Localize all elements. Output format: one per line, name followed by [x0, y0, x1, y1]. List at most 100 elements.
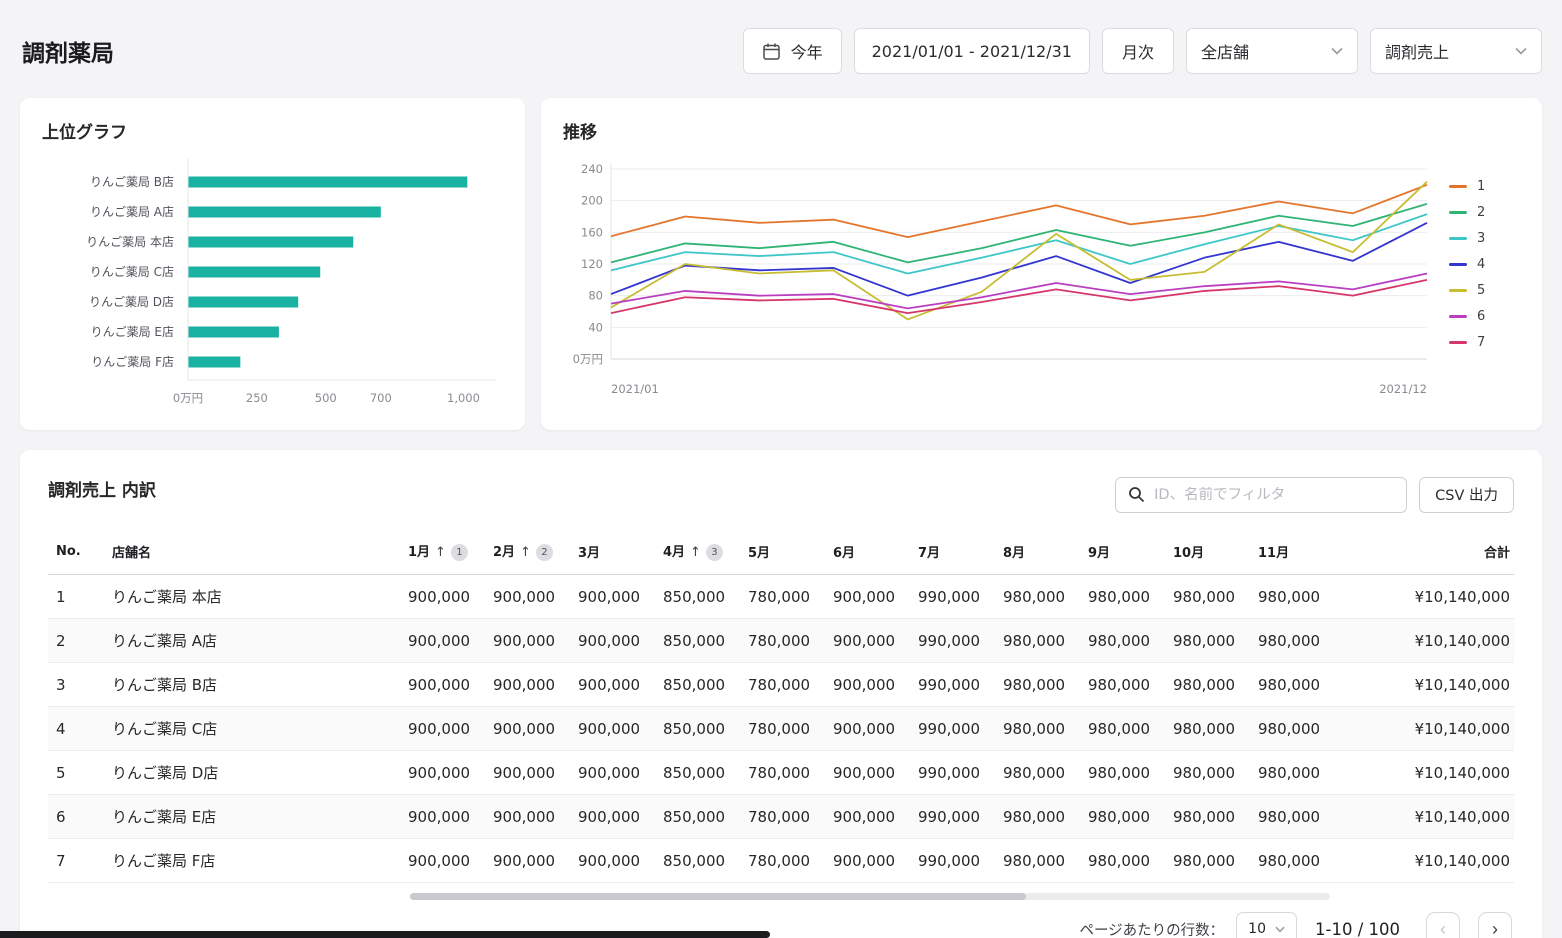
column-header-4[interactable]: 4月↑3 [655, 533, 740, 575]
table-cell: 900,000 [485, 707, 570, 751]
table-cell: 990,000 [910, 663, 995, 707]
prev-page-button[interactable]: ‹ [1426, 912, 1460, 938]
top-stores-bar-chart: りんご薬局 B店りんご薬局 A店りんご薬局 本店りんご薬局 C店りんご薬局 D店… [42, 155, 504, 419]
table-cell: 980,000 [1080, 575, 1165, 619]
svg-text:2021/01: 2021/01 [611, 382, 659, 396]
sort-order-badge: 3 [706, 544, 723, 561]
period-button[interactable]: 月次 [1102, 28, 1174, 74]
filter-search-box[interactable] [1115, 477, 1407, 513]
table-cell: りんご薬局 C店 [104, 707, 400, 751]
table-cell: 980,000 [1250, 839, 1335, 883]
table-horizontal-scrollbar-thumb[interactable] [410, 893, 1026, 900]
svg-text:1,000: 1,000 [447, 391, 480, 405]
table-cell: 850,000 [655, 575, 740, 619]
next-page-button[interactable]: › [1478, 912, 1512, 938]
metric-select[interactable]: 調剤売上 [1370, 28, 1542, 74]
column-header-9[interactable]: 9月 [1080, 533, 1165, 575]
legend-item: 2 [1449, 205, 1485, 220]
table-cell: 5 [48, 751, 104, 795]
column-header-5[interactable]: 5月 [740, 533, 825, 575]
table-cell: 980,000 [1250, 751, 1335, 795]
calendar-icon [762, 42, 781, 61]
svg-text:りんご薬局 A店: りんご薬局 A店 [90, 204, 174, 219]
trend-line-chart: 0万円40801201602002402021/012021/12 [563, 155, 1435, 405]
sort-arrow-icon: ↑ [520, 545, 531, 560]
store-select[interactable]: 全店舗 [1186, 28, 1358, 74]
table-cell: 980,000 [995, 575, 1080, 619]
svg-text:りんご薬局 本店: りんご薬局 本店 [86, 234, 174, 249]
pagination-range: 1-10 / 100 [1315, 920, 1400, 938]
chevron-down-icon [1331, 47, 1343, 55]
column-header-[interactable]: 合計 [1335, 533, 1514, 575]
table-cell: 900,000 [825, 575, 910, 619]
table-cell: 900,000 [825, 795, 910, 839]
table-cell: 7 [48, 839, 104, 883]
chevron-down-icon [1275, 926, 1285, 933]
table-cell: 850,000 [655, 839, 740, 883]
column-header-8[interactable]: 8月 [995, 533, 1080, 575]
table-cell: 900,000 [825, 707, 910, 751]
table-cell: りんご薬局 F店 [104, 839, 400, 883]
table-cell: 980,000 [1250, 619, 1335, 663]
column-header-6[interactable]: 6月 [825, 533, 910, 575]
table-row: 5りんご薬局 D店900,000900,000900,000850,000780… [48, 751, 1514, 795]
table-row: 4りんご薬局 C店900,000900,000900,000850,000780… [48, 707, 1514, 751]
legend-label: 2 [1477, 205, 1485, 220]
filter-search-input[interactable] [1154, 487, 1394, 503]
sort-arrow-icon: ↑ [690, 545, 701, 560]
rows-per-page-select[interactable]: 10 [1236, 912, 1297, 938]
table-cell: 900,000 [485, 619, 570, 663]
store-select-value: 全店舗 [1201, 39, 1249, 63]
column-header-7[interactable]: 7月 [910, 533, 995, 575]
column-header-11[interactable]: 11月 [1250, 533, 1335, 575]
svg-text:40: 40 [588, 320, 603, 334]
sort-arrow-icon: ↑ [435, 545, 446, 560]
table-cell: りんご薬局 本店 [104, 575, 400, 619]
sort-order-badge: 1 [451, 544, 468, 561]
column-header-10[interactable]: 10月 [1165, 533, 1250, 575]
table-cell: 990,000 [910, 707, 995, 751]
svg-text:0万円: 0万円 [573, 352, 603, 366]
svg-text:240: 240 [581, 162, 603, 176]
table-cell: 900,000 [400, 707, 485, 751]
table-cell: 990,000 [910, 839, 995, 883]
table-cell: 900,000 [400, 839, 485, 883]
table-cell: 980,000 [995, 663, 1080, 707]
line-chart-body: 0万円40801201602002402021/012021/12 123456… [563, 155, 1520, 405]
column-header-No: No. [48, 533, 104, 575]
table-cell: 980,000 [1080, 839, 1165, 883]
column-header-1[interactable]: 1月↑1 [400, 533, 485, 575]
svg-text:りんご薬局 F店: りんご薬局 F店 [91, 354, 174, 369]
legend-item: 3 [1449, 231, 1485, 246]
table-header-bar: 調剤売上 内訳 CSV 出力 [48, 476, 1514, 513]
svg-text:500: 500 [315, 391, 337, 405]
bar-chart-title: 上位グラフ [42, 118, 503, 143]
sales-table: No.店舗名1月↑12月↑23月4月↑35月6月7月8月9月10月11月合計 1… [48, 533, 1514, 883]
table-cell: 900,000 [400, 795, 485, 839]
table-cell: 900,000 [825, 839, 910, 883]
table-cell: ¥10,140,000 [1335, 663, 1514, 707]
table-cell: 980,000 [1250, 663, 1335, 707]
this-year-label: 今年 [791, 39, 823, 63]
table-cell: 980,000 [1080, 619, 1165, 663]
svg-text:200: 200 [581, 194, 603, 208]
date-range-input[interactable]: 2021/01/01 - 2021/12/31 [854, 28, 1090, 74]
table-cell: 900,000 [570, 619, 655, 663]
svg-text:0万円: 0万円 [173, 391, 203, 405]
trend-line-chart-card: 推移 0万円40801201602002402021/012021/12 123… [541, 98, 1542, 430]
table-cell: 1 [48, 575, 104, 619]
table-cell: 980,000 [1165, 795, 1250, 839]
svg-text:160: 160 [581, 225, 603, 239]
window-horizontal-scrollbar[interactable] [0, 931, 770, 938]
table-actions: CSV 出力 [1115, 477, 1514, 513]
column-header-2[interactable]: 2月↑2 [485, 533, 570, 575]
csv-export-button[interactable]: CSV 出力 [1419, 477, 1514, 513]
legend-label: 5 [1477, 283, 1485, 298]
svg-text:80: 80 [588, 289, 603, 303]
this-year-button[interactable]: 今年 [743, 28, 842, 74]
table-cell: 850,000 [655, 707, 740, 751]
sort-order-badge: 2 [536, 544, 553, 561]
table-cell: 900,000 [570, 575, 655, 619]
table-cell: 4 [48, 707, 104, 751]
column-header-3[interactable]: 3月 [570, 533, 655, 575]
